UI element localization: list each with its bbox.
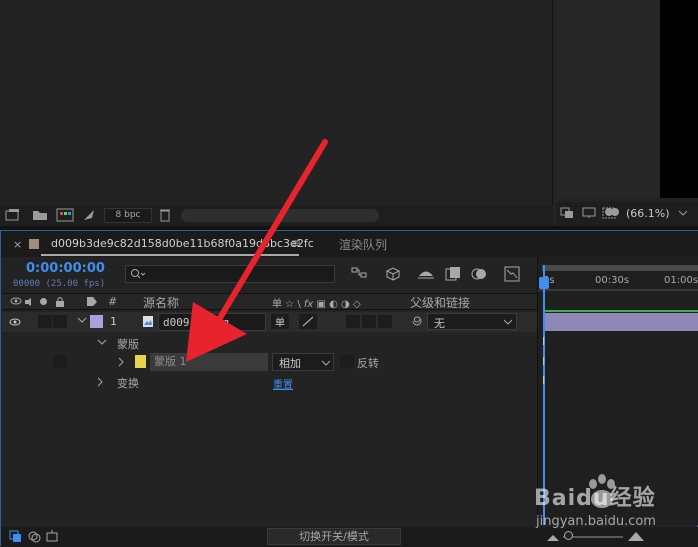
- monitor-icon[interactable]: [582, 207, 596, 219]
- tab-render-queue[interactable]: 渲染队列: [339, 236, 387, 253]
- parent-dropdown[interactable]: 无: [427, 313, 517, 330]
- zoom-dropdown-icon[interactable]: [678, 210, 688, 216]
- mask-name-field[interactable]: 蒙版 1: [150, 353, 268, 371]
- layer-index: 1: [110, 315, 117, 328]
- mask-row[interactable]: 蒙版 1 相加 反转: [2, 352, 538, 372]
- invert-checkbox[interactable]: [340, 355, 354, 368]
- invert-label: 反转: [357, 357, 379, 370]
- zoom-level[interactable]: (66.1%): [626, 207, 674, 221]
- layer-search-input[interactable]: [125, 265, 335, 283]
- audio-column-icon: [24, 297, 34, 307]
- transform-row[interactable]: 变换 重置: [2, 372, 538, 392]
- layer-switch-quality[interactable]: [299, 314, 317, 329]
- parent-column-header[interactable]: 父级和链接: [410, 294, 470, 311]
- draft-3d-icon[interactable]: [384, 265, 402, 281]
- project-scrollbar[interactable]: [181, 209, 379, 222]
- mask-mode-value: 相加: [279, 357, 301, 370]
- toggle-switches-modes-button[interactable]: 切换开关/模式: [267, 528, 401, 545]
- lock-toggle[interactable]: [53, 315, 67, 328]
- layer-bar-top-line: [545, 310, 698, 312]
- viewer-footer: (66.1%): [556, 202, 698, 226]
- masks-expand-icon[interactable]: [97, 339, 107, 347]
- layer-expand-icon[interactable]: [77, 317, 87, 325]
- eye-column-icon: [10, 296, 22, 306]
- chevron-down-icon: [503, 319, 513, 325]
- parent-pick-whip-icon[interactable]: [411, 315, 423, 327]
- keyframe-marker-icon: I: [542, 355, 546, 368]
- reset-link[interactable]: 重置: [273, 376, 293, 391]
- visibility-toggle-icon[interactable]: [9, 317, 21, 327]
- composition-icon: [29, 239, 39, 249]
- project-footer: 8 bpc: [0, 205, 553, 226]
- parent-dropdown-value: 无: [434, 317, 445, 330]
- mask-expand-icon[interactable]: [118, 357, 126, 367]
- composition-flowchart-icon[interactable]: [351, 267, 367, 281]
- layer-row[interactable]: 1 d009...jpg 单 无: [2, 312, 538, 332]
- new-composition-icon[interactable]: [56, 208, 74, 222]
- transform-expand-icon[interactable]: [97, 377, 105, 387]
- ruler-label: 00:30s: [595, 275, 630, 286]
- switch-motion-blur[interactable]: [378, 315, 392, 328]
- shy-layers-icon[interactable]: [417, 267, 435, 281]
- mask-mode-dropdown[interactable]: 相加: [272, 353, 334, 371]
- playhead-handle[interactable]: [539, 277, 549, 289]
- watermark-url: jingyan.baidu.com: [536, 514, 656, 529]
- solo-column-icon: [40, 298, 47, 305]
- keyframe-marker-icon: I: [542, 335, 546, 348]
- layer-switch-collapse[interactable]: 单: [271, 314, 289, 329]
- mask-visibility-toggle[interactable]: [53, 355, 67, 368]
- frame-info: 00000 (25.00 fps): [13, 279, 106, 289]
- layer-name-field[interactable]: d009...jpg: [158, 313, 266, 331]
- render-icon[interactable]: [82, 208, 96, 222]
- trash-icon[interactable]: [159, 208, 171, 222]
- mask-label-color[interactable]: [135, 355, 146, 368]
- transfer-controls-icon[interactable]: [28, 530, 41, 543]
- in-out-icon[interactable]: [46, 530, 58, 543]
- ruler-ticks: [538, 289, 698, 291]
- label-column-icon: [86, 296, 98, 307]
- index-column-header: #: [108, 295, 118, 308]
- timecode[interactable]: 0:00:00:00: [26, 261, 105, 276]
- transform-label: 变换: [117, 377, 139, 390]
- keyframe-marker-icon: I: [542, 374, 546, 387]
- baidu-watermark: Baidu经验 jingyan.baidu.com: [530, 468, 698, 546]
- search-icon: [130, 268, 146, 280]
- composition-viewer: [556, 0, 698, 198]
- image-file-icon: [142, 315, 154, 328]
- layer-duration-bar[interactable]: [545, 313, 698, 331]
- audio-toggle[interactable]: [38, 315, 52, 328]
- frame-blending-icon[interactable]: [445, 266, 461, 282]
- tab-menu-icon[interactable]: ≡: [291, 236, 301, 250]
- mode-chevron-down-icon: [321, 360, 331, 366]
- channel-icon[interactable]: [560, 207, 574, 219]
- masks-group-row[interactable]: 蒙版: [2, 333, 538, 353]
- watermark-brand: Baidu经验: [534, 486, 656, 511]
- source-name-column-header[interactable]: 源名称: [143, 294, 179, 311]
- switch-fx[interactable]: [346, 315, 360, 328]
- bpc-button[interactable]: 8 bpc: [104, 208, 152, 223]
- close-icon[interactable]: ×: [13, 238, 22, 251]
- switches-column-header: 单 ☆ \ fx ▣ ◐ ◑ ◇: [272, 299, 361, 310]
- masks-label: 蒙版: [117, 338, 139, 351]
- column-header-row: # 源名称 单 ☆ \ fx ▣ ◐ ◑ ◇ 父级和链接: [2, 293, 538, 310]
- ruler-label: 01:00s: [664, 275, 698, 286]
- layer-switches-icon[interactable]: [9, 530, 22, 543]
- project-panel: [0, 0, 553, 226]
- tab-active-underline: [41, 254, 299, 256]
- switch-frame-blend[interactable]: [362, 315, 376, 328]
- work-area-bar[interactable]: [542, 265, 698, 271]
- timeline-tab-row: × d009b3de9c82d158d0be11b68f0a19d8bc3e2f…: [1, 231, 698, 257]
- tab-composition[interactable]: d009b3de9c82d158d0be11b68f0a19d8bc3e2fc: [51, 237, 314, 250]
- interpret-footage-icon[interactable]: [5, 209, 21, 221]
- new-folder-icon[interactable]: [32, 209, 48, 221]
- mask-view-icon[interactable]: [604, 206, 620, 219]
- graph-editor-icon[interactable]: [504, 266, 520, 282]
- lock-column-icon: [55, 296, 65, 307]
- layer-label-color[interactable]: [90, 315, 103, 328]
- motion-blur-icon[interactable]: [470, 266, 488, 282]
